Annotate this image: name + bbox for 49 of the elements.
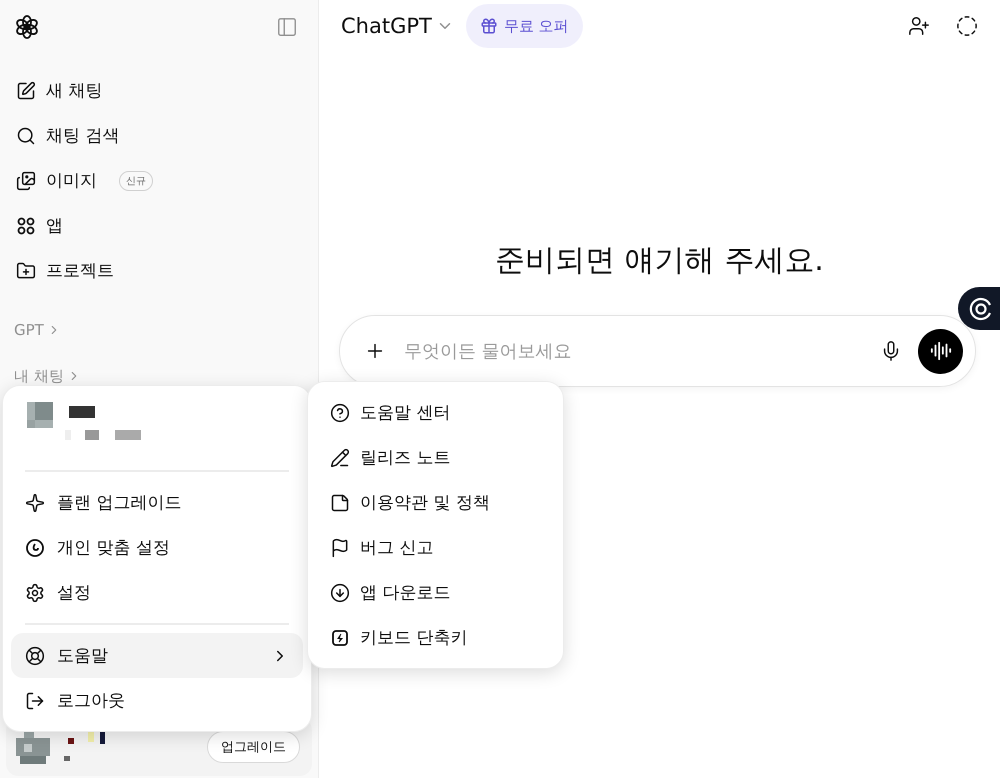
logout-icon <box>25 690 45 710</box>
greeting-heading: 준비되면 얘기해 주세요. <box>494 242 825 280</box>
menu-item[interactable]: 개인 맞춤 설정 <box>11 525 303 570</box>
note-icon <box>330 492 350 512</box>
download-icon <box>330 582 350 602</box>
menu-item[interactable]: 도움말 <box>11 633 303 678</box>
sidebar-item[interactable]: 이미지 신규 <box>8 158 310 203</box>
menu-item[interactable]: 앱 다운로드 <box>308 570 563 615</box>
avatar <box>27 402 53 428</box>
settings-icon <box>25 582 45 602</box>
menu-item[interactable]: 도움말 센터 <box>308 390 563 435</box>
model-selector[interactable]: ChatGPT <box>341 14 454 38</box>
menu-item[interactable]: 플랜 업그레이드 <box>11 480 303 525</box>
flag-icon <box>330 538 350 558</box>
menu-item[interactable]: 키보드 단축키 <box>308 615 563 660</box>
floating-button[interactable] <box>958 287 1000 330</box>
menu-item[interactable]: 버그 신고 <box>308 525 563 570</box>
menu-item[interactable]: 이용약관 및 정책 <box>308 480 563 525</box>
folder-plus-icon <box>16 260 36 280</box>
sidebar-toggle-icon[interactable] <box>276 16 298 38</box>
voice-button[interactable] <box>918 328 963 374</box>
add-person-button[interactable] <box>908 15 930 37</box>
upgrade-button[interactable]: 업그레이드 <box>207 731 300 763</box>
sidebar-item[interactable]: 프로젝트 <box>8 248 310 293</box>
target-icon <box>968 296 994 322</box>
smile-circle-icon <box>25 538 45 558</box>
pencil-icon <box>330 448 350 468</box>
lightning-key-icon <box>330 628 350 648</box>
new-badge: 신규 <box>119 170 153 190</box>
lifebuoy-icon <box>25 646 45 666</box>
help-icon <box>330 402 350 422</box>
message-input[interactable]: 무엇이든 물어보세요 <box>402 340 864 362</box>
sidebar-item[interactable]: 새 채팅 <box>8 68 310 113</box>
search-icon <box>16 126 36 146</box>
offer-button[interactable]: 무료 오퍼 <box>466 4 583 48</box>
menu-item[interactable]: 설정 <box>11 570 303 615</box>
pen-square-icon <box>16 80 36 100</box>
sparkle-icon <box>25 492 45 512</box>
flower-logo-icon[interactable] <box>14 14 40 40</box>
apps-icon <box>16 216 36 236</box>
images-icon <box>16 170 36 190</box>
avatar <box>16 730 50 764</box>
dashed-circle-button[interactable] <box>956 15 978 37</box>
message-composer[interactable]: 무엇이든 물어보세요 <box>339 315 976 387</box>
audio-wave-icon <box>930 340 952 362</box>
sidebar-item[interactable]: 앱 <box>8 203 310 248</box>
gift-icon <box>480 17 498 35</box>
menu-item[interactable]: 릴리즈 노트 <box>308 435 563 480</box>
sidebar-item[interactable]: 채팅 검색 <box>8 113 310 158</box>
